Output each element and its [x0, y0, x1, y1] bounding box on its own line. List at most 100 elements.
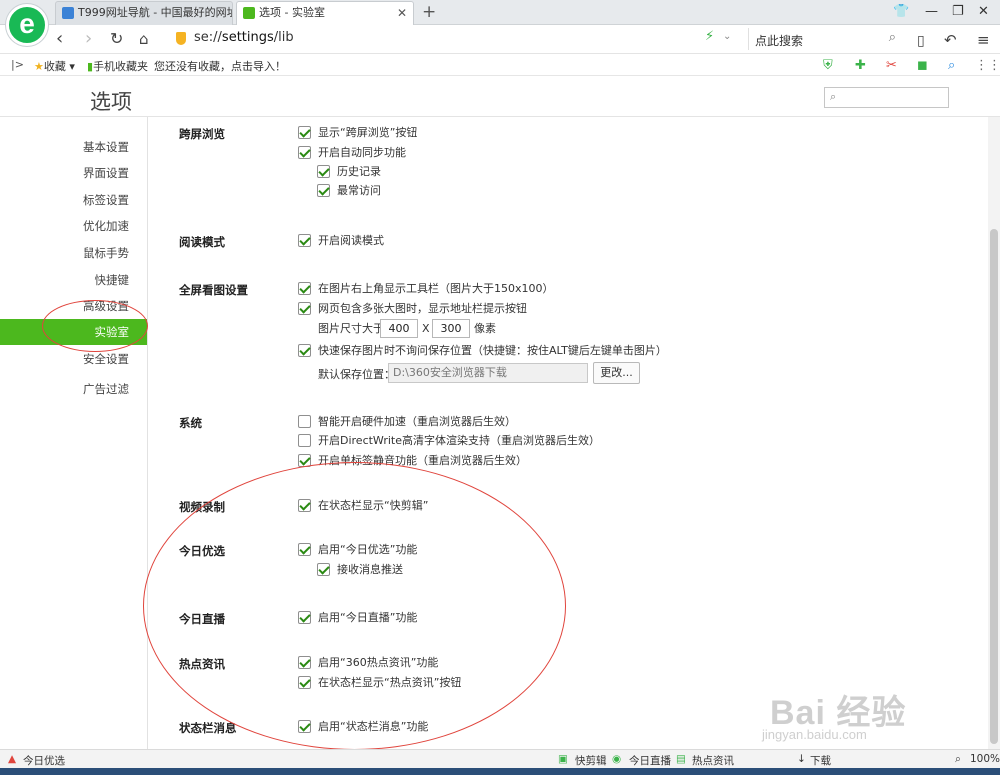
checkbox[interactable]	[298, 499, 311, 512]
checkbox[interactable]	[298, 282, 311, 295]
status-today-pick[interactable]: 今日优选	[23, 753, 65, 768]
vertical-scrollbar[interactable]	[988, 117, 1000, 749]
status-today-live[interactable]: 今日直播	[629, 753, 671, 768]
browser-logo[interactable]: e	[6, 4, 48, 46]
checkbox[interactable]	[298, 720, 311, 733]
change-path-button[interactable]: 更改...	[593, 362, 640, 384]
speed-mode-icon[interactable]: ⚡	[705, 29, 714, 44]
sidebar-item-advanced[interactable]: 高级设置	[0, 293, 147, 319]
warning-icon: ▲	[8, 753, 17, 765]
zoom-level[interactable]: 100%	[970, 753, 1000, 765]
search-box[interactable]: 点此搜索 ⌕	[748, 28, 900, 50]
shield-icon[interactable]: ⛨	[823, 58, 833, 73]
checkbox[interactable]	[298, 126, 311, 139]
checkbox[interactable]	[298, 611, 311, 624]
options-search-input[interactable]: ⌕	[824, 87, 949, 108]
sidebar-item-tabs[interactable]: 标签设置	[0, 187, 147, 213]
new-tab-icon[interactable]: +	[422, 2, 436, 22]
menu-icon[interactable]: ≡	[977, 29, 990, 51]
checkbox[interactable]	[298, 302, 311, 315]
option-label: 开启DirectWrite高清字体渲染支持（重启浏览器后生效）	[318, 434, 600, 447]
scissors-icon[interactable]: ✂	[886, 58, 897, 73]
sidebar-item-mouse-gesture[interactable]: 鼠标手势	[0, 240, 147, 266]
checkbox[interactable]	[298, 454, 311, 467]
search-icon[interactable]: ⌕	[889, 30, 896, 45]
home-icon[interactable]: ⌂	[139, 28, 149, 50]
restore-icon[interactable]: ❐	[952, 3, 964, 21]
checkbox[interactable]	[298, 676, 311, 689]
save-location-label: 默认保存位置：	[318, 368, 395, 381]
checkbox[interactable]	[298, 234, 311, 247]
close-window-icon[interactable]: ✕	[978, 3, 989, 21]
live-icon: ◉	[612, 753, 622, 765]
star-icon: ★	[34, 60, 44, 73]
favorites-button[interactable]: ★收藏 ▾	[34, 58, 75, 74]
option-label: 历史记录	[337, 165, 381, 178]
checkbox[interactable]	[317, 165, 330, 178]
expand-icon[interactable]: |>	[11, 58, 24, 71]
status-download[interactable]: 下载	[810, 753, 831, 768]
checkbox[interactable]	[298, 146, 311, 159]
address-text[interactable]: se://settings/lib	[194, 30, 294, 45]
sidebar-item-shortcuts[interactable]: 快捷键	[0, 267, 147, 293]
grid-icon[interactable]: ⋮⋮	[975, 58, 1000, 73]
forward-icon[interactable]: ›	[85, 28, 92, 50]
mobile-favorites-button[interactable]: ▮手机收藏夹	[87, 58, 148, 74]
section-title: 今日优选	[179, 544, 225, 558]
image-height-input[interactable]: 300	[432, 319, 470, 338]
sidebar-item-lab[interactable]: 实验室	[0, 319, 147, 345]
sidebar-item-security[interactable]: 安全设置	[0, 346, 147, 372]
tab-title: T999网址导航 - 中国最好的网址	[78, 6, 233, 19]
undo-icon[interactable]: ↶	[944, 29, 957, 51]
zoom-icon: ⌕	[955, 753, 961, 765]
sidebar-item-speedup[interactable]: 优化加速	[0, 213, 147, 239]
option-label: 网页包含多张大图时，显示地址栏提示按钮	[318, 302, 527, 315]
house-icon	[62, 7, 74, 19]
option-label: 开启自动同步功能	[318, 146, 406, 159]
checkbox[interactable]	[298, 656, 311, 669]
gamepad-icon[interactable]: ◼	[917, 58, 928, 73]
option-label: 在状态栏显示“快剪辑”	[318, 499, 429, 512]
tablet-icon[interactable]: ▯	[917, 30, 925, 52]
chevron-down-icon[interactable]: ⌄	[723, 31, 731, 42]
section-title: 热点资讯	[179, 657, 225, 671]
checkbox[interactable]	[298, 344, 311, 357]
status-bar: ▲ 今日优选 ▣ 快剪辑 ◉ 今日直播 ▤ 热点资讯 ↓ 下载 ⌕ 100%	[0, 749, 1000, 768]
option-label: 启用“360热点资讯”功能	[318, 656, 439, 669]
search-icon[interactable]: ⌕	[948, 58, 955, 73]
minimize-icon[interactable]: —	[925, 3, 938, 21]
watermark-url: jingyan.baidu.com	[762, 727, 867, 742]
address-bar[interactable]: se://settings/lib ⚡ ⌄	[170, 28, 740, 50]
tab-bar: e T999网址导航 - 中国最好的网址 选项 - 实验室 ✕ + 👕 — ❐ …	[0, 0, 1000, 46]
close-icon[interactable]: ✕	[397, 2, 407, 24]
import-bookmarks-link[interactable]: 您还没有收藏，点击导入！	[154, 58, 286, 74]
sidebar-item-interface[interactable]: 界面设置	[0, 160, 147, 186]
scrollbar-thumb[interactable]	[990, 229, 998, 744]
tab-options[interactable]: 选项 - 实验室 ✕	[236, 1, 414, 26]
checkbox[interactable]	[317, 184, 330, 197]
image-width-input[interactable]: 400	[380, 319, 418, 338]
section-title: 视频录制	[179, 500, 225, 514]
option-label: 快速保存图片时不询问保存位置（快捷键：按住ALT键后左键单击图片）	[318, 344, 667, 357]
image-size-label: 图片尺寸大于	[318, 322, 384, 335]
sidebar-item-basic[interactable]: 基本设置	[0, 134, 147, 160]
sidebar-item-adblock[interactable]: 广告过滤	[0, 376, 147, 402]
option-label: 开启阅读模式	[318, 234, 384, 247]
bookmarks-bar: |> ★收藏 ▾ ▮手机收藏夹 您还没有收藏，点击导入！ ⛨ ✚ ✂ ◼ ⌕ ⋮…	[0, 54, 1000, 76]
section-title: 今日直播	[179, 612, 225, 626]
checkbox[interactable]	[317, 563, 330, 576]
navigation-bar: ‹ › ↻ ⌂ se://settings/lib ⚡ ⌄ 点此搜索 ⌕ ▯ ↶…	[0, 25, 1000, 54]
os-taskbar	[0, 768, 1000, 775]
status-hot-news[interactable]: 热点资讯	[692, 753, 734, 768]
tab-t999[interactable]: T999网址导航 - 中国最好的网址	[55, 1, 233, 25]
translate-icon[interactable]: ✚	[855, 58, 866, 73]
security-shield-icon	[176, 32, 186, 45]
shirt-icon[interactable]: 👕	[893, 3, 909, 21]
refresh-icon[interactable]: ↻	[110, 28, 123, 50]
checkbox[interactable]	[298, 434, 311, 447]
status-video-clip[interactable]: 快剪辑	[575, 753, 607, 768]
checkbox[interactable]	[298, 543, 311, 556]
back-icon[interactable]: ‹	[56, 28, 63, 50]
page-title: 选项	[90, 90, 132, 114]
checkbox[interactable]	[298, 415, 311, 428]
